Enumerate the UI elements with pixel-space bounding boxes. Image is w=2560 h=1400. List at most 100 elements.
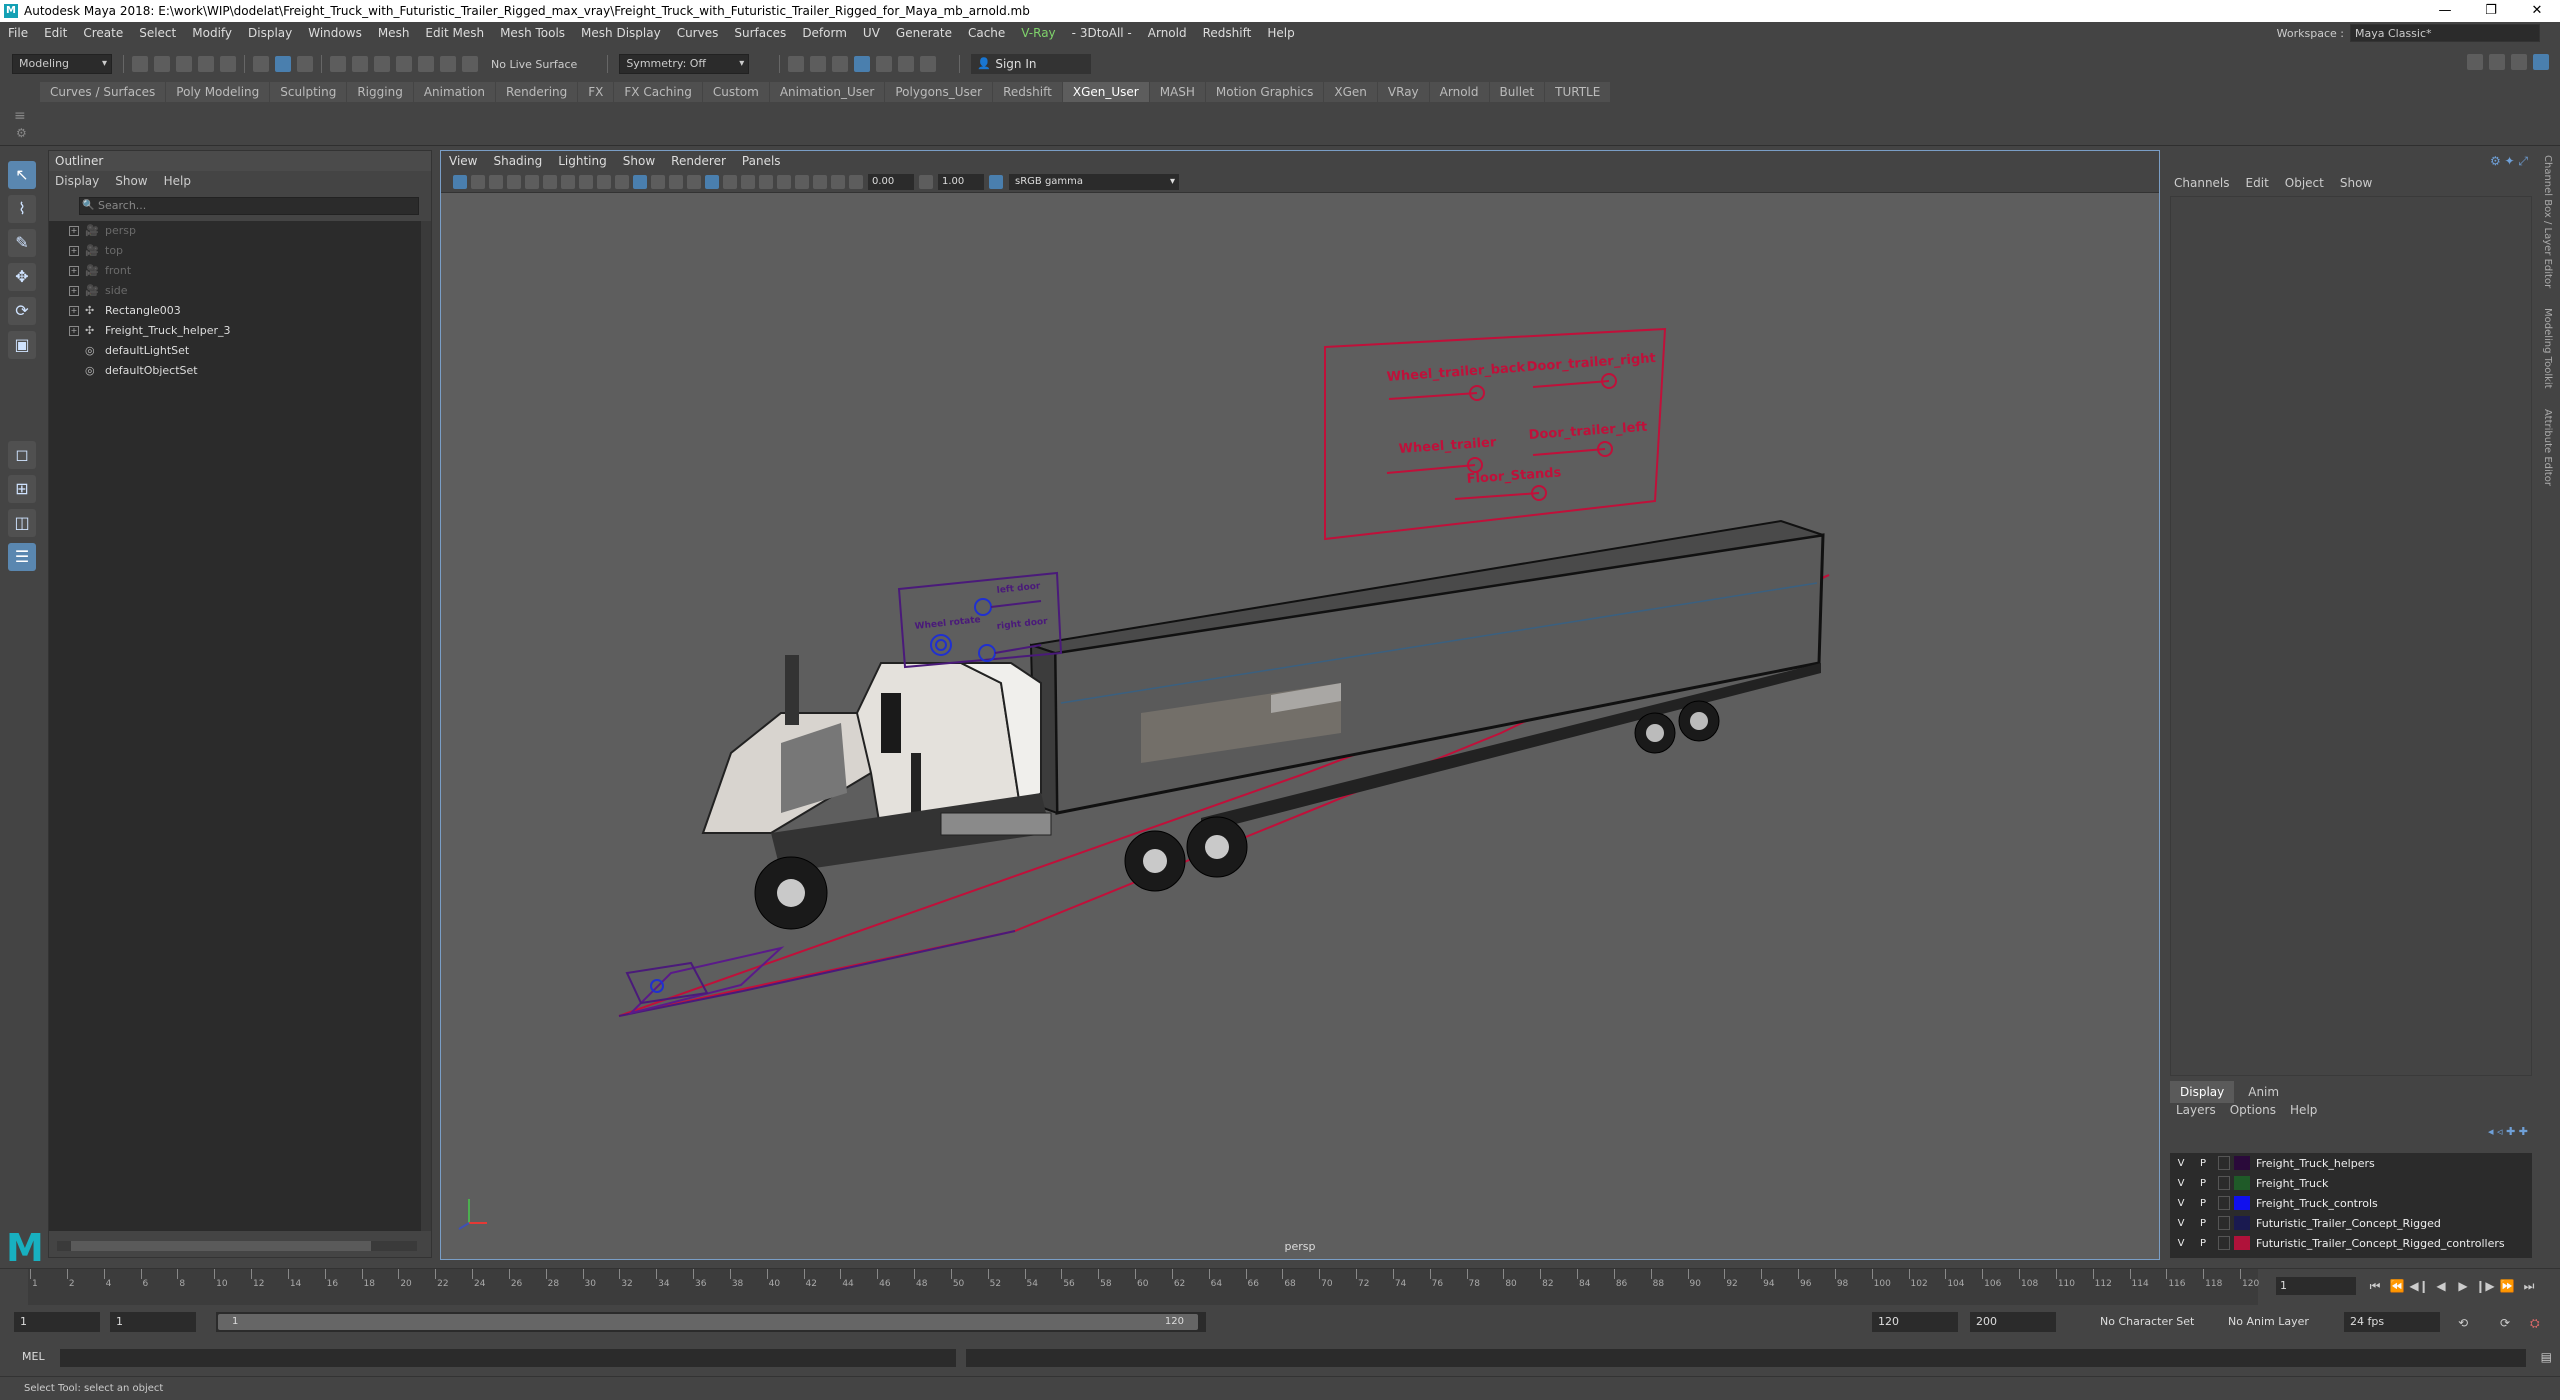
channel-box-menu-show[interactable]: Show	[2340, 176, 2372, 190]
menu-edit[interactable]: Edit	[36, 22, 75, 44]
time-slider[interactable]: 1 2 4 6 8 10 12 14 16 18 20 22 24 26 28 30 32 34 36 38 40 42 4…	[0, 1268, 2560, 1305]
viewport-menu-shading[interactable]: Shading	[485, 151, 550, 171]
shelf-tab-fx-caching[interactable]: FX Caching	[614, 82, 702, 102]
symmetry-dropdown[interactable]: Symmetry: Off	[619, 54, 750, 74]
outliner-horizontal-scrollbar[interactable]	[57, 1241, 417, 1251]
motion-blur-icon[interactable]	[759, 174, 773, 189]
pause-icon[interactable]	[920, 56, 937, 72]
outliner-menu-show[interactable]: Show	[115, 174, 147, 188]
menu-surfaces[interactable]: Surfaces	[726, 22, 794, 44]
shelf-tab-xgen[interactable]: XGen	[1324, 82, 1377, 102]
menu-windows[interactable]: Windows	[300, 22, 370, 44]
viewport-menu-view[interactable]: View	[441, 151, 485, 171]
menu-mesh-tools[interactable]: Mesh Tools	[492, 22, 573, 44]
close-button[interactable]: ✕	[2514, 0, 2560, 22]
image-plane-icon[interactable]	[507, 174, 521, 189]
character-set-dropdown[interactable]: No Character Set	[2094, 1312, 2198, 1332]
menu-mesh-display[interactable]: Mesh Display	[573, 22, 669, 44]
layer-menu-help[interactable]: Help	[2290, 1103, 2317, 1117]
side-tab-channel-box-layer-editor[interactable]: Channel Box / Layer Editor	[2542, 155, 2553, 288]
minimize-button[interactable]: —	[2422, 0, 2468, 22]
menu-arnold[interactable]: Arnold	[1140, 22, 1195, 44]
viewport-menu-panels[interactable]: Panels	[734, 151, 789, 171]
shelf-tab-redshift[interactable]: Redshift	[993, 82, 1062, 102]
shelf-tab-fx[interactable]: FX	[578, 82, 614, 102]
playback-control-icon[interactable]: ◀	[2430, 1279, 2452, 1294]
two-view-icon[interactable]: ◫	[8, 509, 36, 537]
layer-visibility-toggle[interactable]: V	[2170, 1238, 2192, 1249]
menu-cache[interactable]: Cache	[960, 22, 1013, 44]
select-component-icon[interactable]	[297, 56, 313, 72]
gate-mask-icon[interactable]	[579, 174, 593, 189]
menu-v-ray[interactable]: V-Ray	[1013, 22, 1063, 44]
menu-3dtoall[interactable]: - 3DtoAll -	[1064, 22, 1140, 44]
grid-icon[interactable]	[525, 174, 539, 189]
hypershade-icon[interactable]	[898, 56, 915, 72]
layer-row[interactable]: V P Futuristic_Trailer_Concept_Rigged_cont…	[2170, 1233, 2532, 1253]
colorspace-dropdown[interactable]: sRGB gamma	[1009, 173, 1179, 190]
field-chart-icon[interactable]	[597, 174, 611, 189]
layer-playback-toggle[interactable]: P	[2192, 1158, 2214, 1169]
menu-file[interactable]: File	[0, 22, 36, 44]
color-management-icon[interactable]	[989, 174, 1003, 189]
playback-end-field[interactable]: 120	[1872, 1312, 1958, 1332]
select-object-icon[interactable]	[275, 56, 291, 72]
playback-control-icon[interactable]: ⏮	[2364, 1279, 2386, 1294]
layer-playback-toggle[interactable]: P	[2192, 1198, 2214, 1209]
wireframe-icon[interactable]	[633, 174, 647, 189]
xray-joints-icon[interactable]	[813, 174, 827, 189]
menu-set-dropdown[interactable]: Modeling	[12, 54, 112, 74]
exposure-field[interactable]: 0.00	[868, 173, 914, 190]
auto-key-icon[interactable]: ⟳	[2500, 1316, 2510, 1330]
layer-row[interactable]: V P Freight_Truck_helpers	[2170, 1153, 2532, 1173]
command-language-label[interactable]: MEL	[22, 1350, 45, 1363]
shelf-tab-rigging[interactable]: Rigging	[347, 82, 413, 102]
shelf-tab-custom[interactable]: Custom	[702, 82, 769, 102]
layer-menu-options[interactable]: Options	[2230, 1103, 2276, 1117]
outliner-item[interactable]: ◎ defaultLightSet	[49, 341, 421, 361]
snap-surface-icon[interactable]	[418, 56, 434, 72]
playback-control-icon[interactable]: ⏭	[2518, 1279, 2540, 1294]
ipr-render-icon[interactable]	[854, 56, 871, 72]
move-tool-icon[interactable]: ✥	[8, 263, 36, 291]
layer-buttons-icons[interactable]: ◂ ◃ ✚ ✚	[2488, 1125, 2528, 1138]
playback-control-icon[interactable]: ❙▶	[2474, 1279, 2496, 1294]
left-door-slider-handle[interactable]	[974, 598, 992, 616]
menu-create[interactable]: Create	[75, 22, 131, 44]
shelf-tab-vray[interactable]: VRay	[1377, 82, 1429, 102]
playback-control-icon[interactable]: ⏪	[2386, 1279, 2408, 1294]
side-tab-modeling-toolkit[interactable]: Modeling Toolkit	[2542, 308, 2553, 389]
snap-grid-icon[interactable]	[330, 56, 346, 72]
exposure-icon[interactable]	[849, 174, 863, 189]
snap-vertex-icon[interactable]	[440, 56, 456, 72]
time-ruler[interactable]: 1 2 4 6 8 10 12 14 16 18 20 22 24 26 28 30 32 34 36 38 40 42 4…	[28, 1269, 2259, 1305]
camera-attributes-icon[interactable]	[471, 174, 485, 189]
outliner-item[interactable]: + 🎥 top	[49, 241, 421, 261]
layer-playback-toggle[interactable]: P	[2192, 1218, 2214, 1229]
render-settings-icon[interactable]	[876, 56, 893, 72]
shelf-settings-icon[interactable]: ⚙	[16, 126, 27, 140]
expand-icon[interactable]: +	[69, 266, 79, 276]
outliner-menu-display[interactable]: Display	[55, 174, 99, 188]
shelf-tab-rendering[interactable]: Rendering	[496, 82, 578, 102]
layer-visibility-toggle[interactable]: V	[2170, 1158, 2192, 1169]
menu-select[interactable]: Select	[131, 22, 184, 44]
shelf-tab-animation[interactable]: Animation	[413, 82, 495, 102]
attribute-editor-icon[interactable]	[2489, 54, 2505, 70]
layer-color-swatch[interactable]	[2234, 1156, 2250, 1170]
shelf-tab-bullet[interactable]: Bullet	[1489, 82, 1545, 102]
outliner-item[interactable]: + 🎥 front	[49, 261, 421, 281]
shelf-tab-curves-surfaces[interactable]: Curves / Surfaces	[40, 82, 166, 102]
command-input[interactable]	[60, 1349, 956, 1367]
layer-color-swatch[interactable]	[2234, 1196, 2250, 1210]
menu-redshift[interactable]: Redshift	[1195, 22, 1260, 44]
expand-icon[interactable]: +	[69, 226, 79, 236]
viewport-panel[interactable]: View Shading Lighting Show Renderer Panels 0.…	[440, 150, 2160, 1260]
layer-type-toggle[interactable]	[2218, 1236, 2230, 1250]
layer-row[interactable]: V P Freight_Truck	[2170, 1173, 2532, 1193]
channel-box-icon[interactable]	[2533, 54, 2549, 70]
four-view-icon[interactable]: ⊞	[8, 475, 36, 503]
save-scene-icon[interactable]	[176, 56, 192, 72]
layer-type-toggle[interactable]	[2218, 1176, 2230, 1190]
select-camera-icon[interactable]	[453, 174, 467, 189]
